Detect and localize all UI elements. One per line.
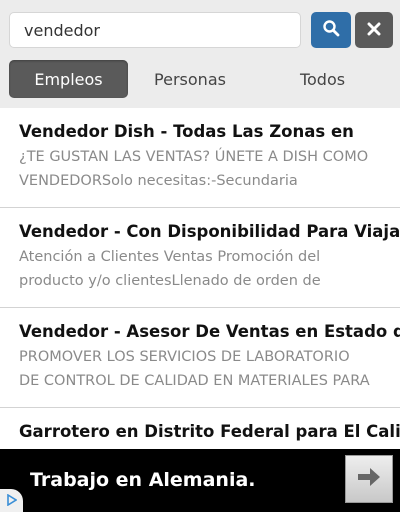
search-input[interactable] <box>9 12 301 48</box>
item-description: PROMOVER LOS SERVICIOS DE LABORATORIO <box>19 349 350 365</box>
search-header: Empleos Personas Todos <box>0 0 400 108</box>
item-title: Vendedor - Asesor De Ventas en Estado de <box>19 322 400 341</box>
ad-next-button[interactable] <box>345 455 393 503</box>
ad-banner[interactable]: Trabajo en Alemania. <box>0 449 400 512</box>
list-item[interactable]: Vendedor - Con Disponibilidad Para Viaja… <box>0 208 400 308</box>
ad-text: Trabajo en Alemania. <box>30 469 256 491</box>
item-title: Vendedor Dish - Todas Las Zonas en <box>19 122 354 141</box>
item-description: Atención a Clientes Ventas Promoción del <box>19 249 321 265</box>
tab-personas[interactable]: Personas <box>128 60 252 98</box>
ad-choices-button[interactable] <box>0 489 23 512</box>
tab-todos[interactable]: Todos <box>252 60 393 98</box>
search-icon <box>322 19 340 41</box>
close-icon <box>367 21 381 40</box>
item-title: Garrotero en Distrito Federal para El Ca… <box>19 422 400 441</box>
item-description: VENDEDORSolo necesitas:-Secundaria <box>19 173 298 189</box>
result-tabs: Empleos Personas Todos <box>9 60 393 98</box>
arrow-right-icon <box>356 466 382 492</box>
tab-empleos[interactable]: Empleos <box>9 60 128 98</box>
results-list: Vendedor Dish - Todas Las Zonas en ¿TE G… <box>0 108 400 508</box>
list-item[interactable]: Vendedor Dish - Todas Las Zonas en ¿TE G… <box>0 108 400 208</box>
item-description: ¿TE GUSTAN LAS VENTAS? ÚNETE A DISH COMO <box>19 149 369 165</box>
clear-search-button[interactable] <box>355 12 393 48</box>
ad-choices-icon <box>6 491 18 510</box>
item-description: DE CONTROL DE CALIDAD EN MATERIALES PARA <box>19 373 370 389</box>
item-title: Vendedor - Con Disponibilidad Para Viaja… <box>19 222 400 241</box>
item-description: producto y/o clientesLlenado de orden de <box>19 273 321 289</box>
search-button[interactable] <box>311 12 351 48</box>
list-item[interactable]: Vendedor - Asesor De Ventas en Estado de… <box>0 308 400 408</box>
